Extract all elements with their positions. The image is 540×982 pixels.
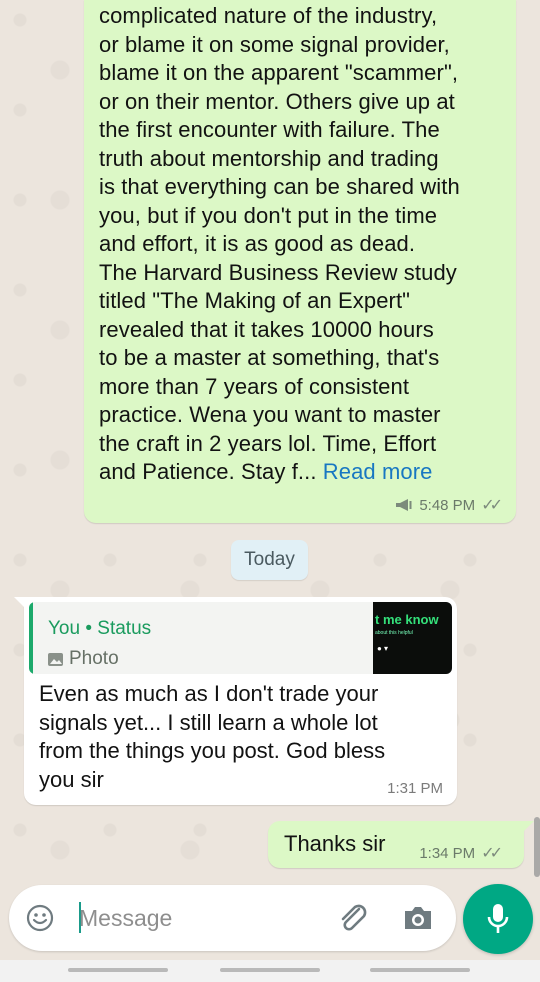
message-text: Thanks sir — [284, 831, 386, 856]
nav-back-button[interactable] — [370, 968, 470, 972]
quote-separator: • — [85, 618, 92, 639]
quote-media-label: Photo — [69, 648, 119, 669]
date-divider: Today — [231, 540, 308, 580]
outgoing-message-short[interactable]: Thanks sir 1:34 PM ✓✓ — [268, 821, 534, 868]
message-meta: 1:31 PM — [387, 780, 443, 797]
quote-author: You — [48, 618, 81, 639]
megaphone-icon — [396, 499, 412, 511]
read-ticks-icon: ✓✓ — [481, 497, 503, 514]
photo-icon — [48, 652, 63, 666]
outgoing-message-long[interactable]: complicated nature of the industry, or b… — [84, 0, 516, 523]
thumbnail-icons: ● ▾ — [377, 644, 389, 653]
message-text: complicated nature of the industry, or b… — [99, 3, 460, 484]
quote-title: You • Status — [48, 618, 151, 640]
system-navigation-bar — [0, 960, 540, 982]
scrollbar-thumb[interactable] — [534, 817, 540, 877]
emoji-icon[interactable] — [26, 904, 54, 932]
nav-home-button[interactable] — [220, 968, 320, 972]
message-time: 5:48 PM — [419, 496, 476, 514]
quote-media-type: Photo — [48, 648, 119, 670]
message-text: Even as much as I don't trade your signa… — [39, 681, 386, 792]
message-input[interactable] — [79, 897, 329, 939]
mic-button[interactable] — [463, 884, 533, 954]
thumbnail-subtitle: about this helpful — [375, 630, 413, 636]
message-time: 1:34 PM — [419, 844, 476, 862]
quoted-status[interactable]: You • Status Photo t me know about this … — [29, 602, 452, 674]
camera-icon[interactable] — [402, 904, 434, 932]
read-ticks-icon: ✓✓ — [481, 845, 503, 862]
mic-icon — [487, 904, 509, 933]
nav-recent-button[interactable] — [68, 968, 168, 972]
thumbnail-title: t me know — [375, 612, 439, 627]
message-meta: 5:48 PM ✓✓ — [395, 495, 503, 515]
incoming-message-reply[interactable]: You • Status Photo t me know about this … — [14, 597, 457, 805]
message-time: 1:31 PM — [387, 780, 443, 797]
status-thumbnail: t me know about this helpful ● ▾ — [373, 602, 452, 674]
paperclip-icon[interactable] — [337, 902, 371, 934]
read-more-link[interactable]: Read more — [323, 459, 433, 484]
quote-source: Status — [97, 618, 152, 639]
quote-accent-bar — [29, 602, 33, 674]
message-meta: 1:34 PM ✓✓ — [419, 843, 503, 863]
message-composer — [9, 885, 456, 951]
